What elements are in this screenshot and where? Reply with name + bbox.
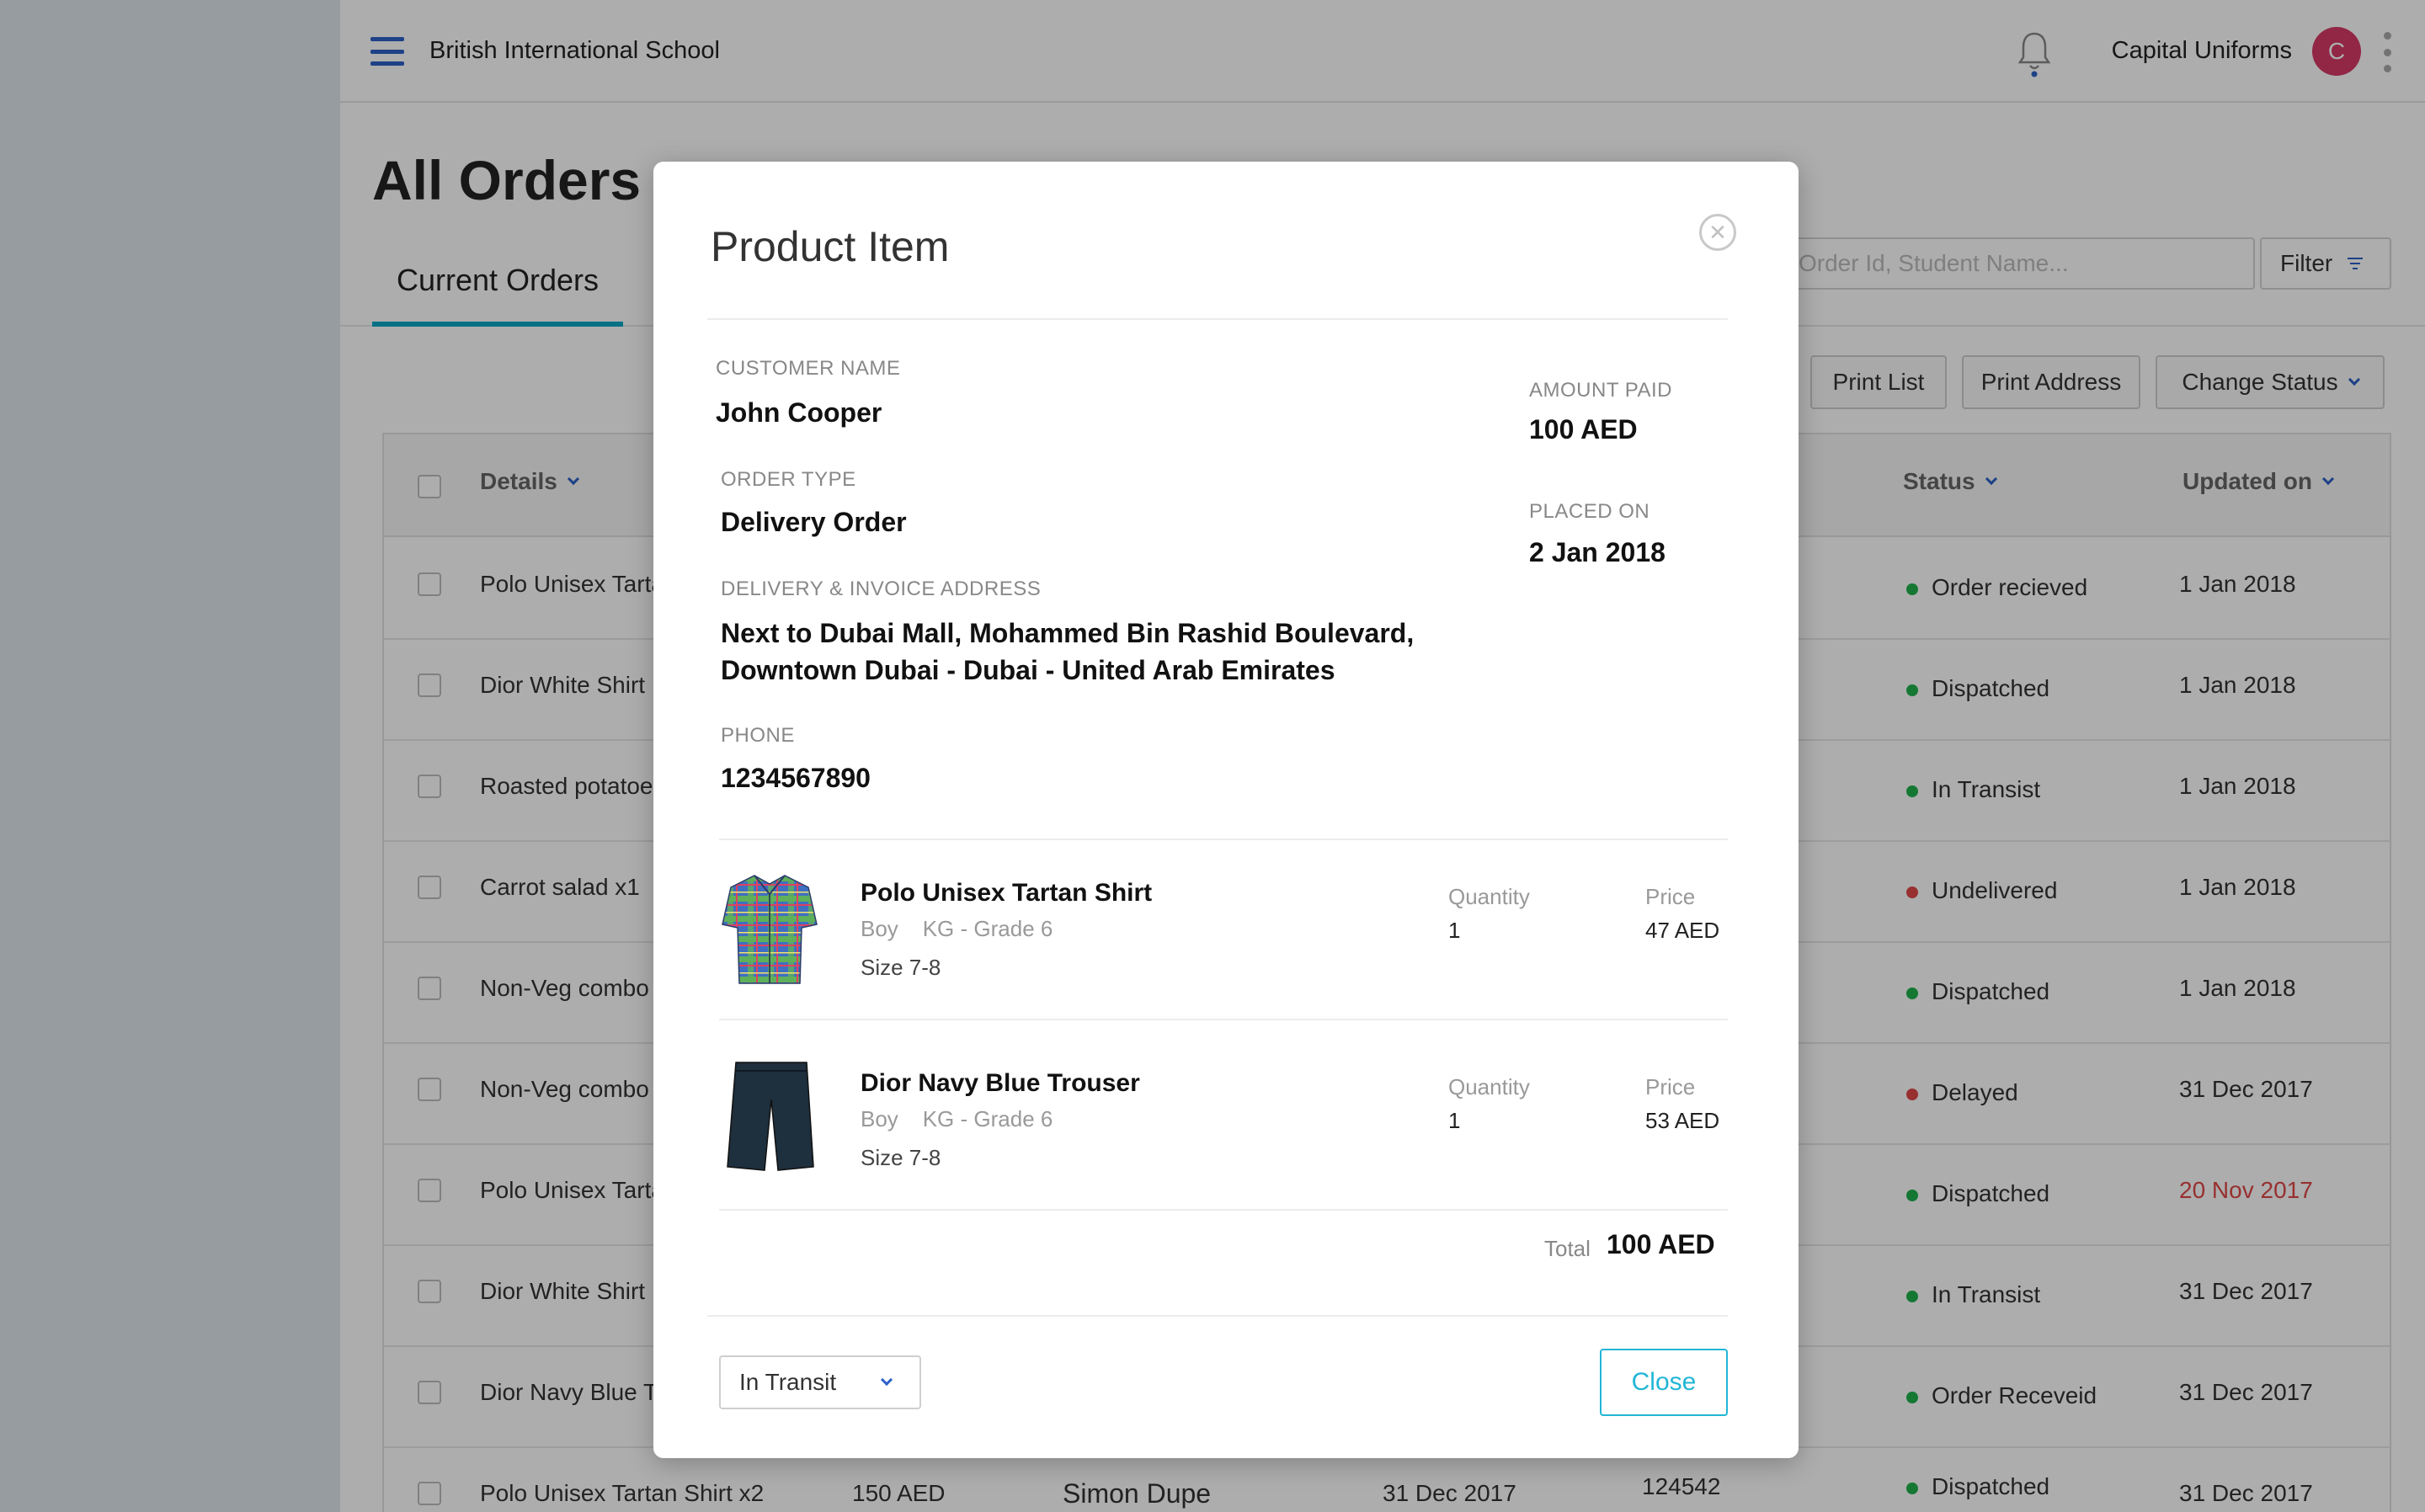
- divider: [707, 318, 1728, 320]
- item-name: Dior Navy Blue Trouser: [861, 1069, 1140, 1097]
- total-amount: 100 AED: [1607, 1229, 1715, 1259]
- placed-on: 2 Jan 2018: [1529, 537, 1666, 567]
- item-meta: Boy KG - Grade 6: [861, 1106, 1053, 1132]
- divider: [719, 1209, 1728, 1211]
- item-quantity: 1: [1448, 918, 1461, 943]
- order-type-label: ORDER TYPE: [721, 468, 856, 491]
- divider: [719, 839, 1728, 840]
- item-size: Size 7-8: [861, 955, 941, 980]
- trouser-icon: [727, 1062, 814, 1171]
- status-select[interactable]: In Transit: [719, 1355, 921, 1409]
- address-line-1: Next to Dubai Mall, Mohammed Bin Rashid …: [721, 618, 1415, 648]
- close-button[interactable]: Close: [1600, 1349, 1728, 1416]
- item-meta: Boy KG - Grade 6: [861, 916, 1053, 942]
- divider: [719, 1019, 1728, 1020]
- address-line-2: Downtown Dubai - Dubai - United Arab Emi…: [721, 655, 1335, 685]
- close-icon[interactable]: ✕: [1699, 214, 1736, 251]
- customer-name-label: CUSTOMER NAME: [716, 357, 901, 380]
- tartan-shirt-icon: [722, 875, 818, 984]
- status-select-value: In Transit: [739, 1369, 837, 1395]
- item-gender: Boy: [861, 916, 898, 941]
- modal-title: Product Item: [711, 223, 950, 270]
- item-grade: KG - Grade 6: [922, 1106, 1053, 1131]
- placed-on-label: PLACED ON: [1529, 500, 1650, 523]
- phone: 1234567890: [721, 763, 871, 793]
- item-size: Size 7-8: [861, 1145, 941, 1170]
- divider: [707, 1315, 1728, 1317]
- price-label: Price: [1645, 884, 1696, 909]
- total-label: Total: [1544, 1236, 1591, 1261]
- delivery-address: Next to Dubai Mall, Mohammed Bin Rashid …: [721, 615, 1479, 689]
- quantity-label: Quantity: [1448, 884, 1530, 909]
- item-grade: KG - Grade 6: [922, 916, 1053, 941]
- chevron-down-icon: [880, 1373, 893, 1387]
- product-item-modal: Product Item ✕ CUSTOMER NAME John Cooper…: [653, 162, 1799, 1458]
- amount-paid: 100 AED: [1529, 414, 1638, 445]
- order-type: Delivery Order: [721, 507, 907, 537]
- amount-paid-label: AMOUNT PAID: [1529, 379, 1672, 402]
- item-price: 47 AED: [1645, 918, 1720, 943]
- item-gender: Boy: [861, 1106, 898, 1131]
- address-label: DELIVERY & INVOICE ADDRESS: [721, 578, 1042, 600]
- item-price: 53 AED: [1645, 1108, 1720, 1133]
- item-name: Polo Unisex Tartan Shirt: [861, 879, 1153, 907]
- item-quantity: 1: [1448, 1108, 1461, 1133]
- quantity-label: Quantity: [1448, 1074, 1530, 1099]
- phone-label: PHONE: [721, 724, 795, 747]
- customer-name: John Cooper: [716, 397, 882, 428]
- price-label: Price: [1645, 1074, 1696, 1099]
